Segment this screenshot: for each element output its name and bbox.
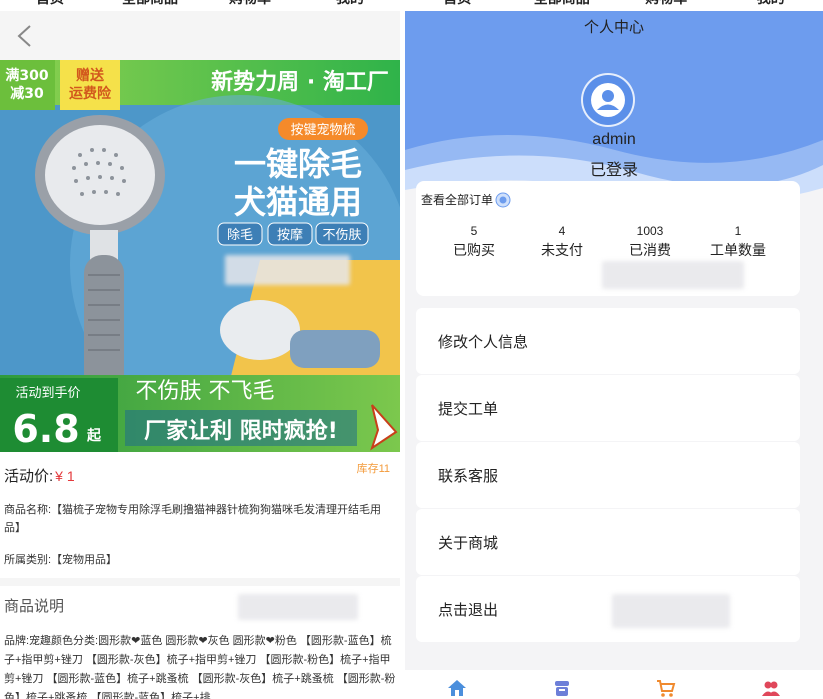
stat-unpaid[interactable]: 4 未支付 (518, 223, 606, 261)
banner-tag: 按键宠物梳 (290, 122, 355, 138)
back-arrow-icon[interactable] (14, 24, 38, 48)
banner-price-big: 6.8 (12, 407, 79, 451)
orders-card: 查看全部订单 5 已购买 4 未支付 1003 已消费 1 工单数量 (416, 181, 800, 296)
store-icon (554, 681, 569, 696)
price-label: 活动价: (4, 468, 54, 485)
product-image: 按键宠物梳 新势力周 · 淘工厂 满300 减30 赠送 运费险 一键除毛 犬猫… (0, 60, 400, 452)
product-detail-pane: 首页 全部商品 购物车 我的 (0, 0, 400, 699)
stat-label: 工单数量 (710, 242, 766, 258)
menu-logout[interactable]: 点击退出 (416, 576, 800, 642)
stat-purchased[interactable]: 5 已购买 (430, 223, 518, 261)
stat-label: 已购买 (453, 242, 495, 258)
header-bar (0, 14, 400, 60)
menu-edit-profile[interactable]: 修改个人信息 (416, 308, 800, 374)
blur-mask (238, 594, 358, 620)
top-nav: 首页 全部商品 购物车 我的 (405, 0, 823, 11)
stat-value: 4 (558, 224, 566, 238)
banner-feature-2: 按摩 (277, 227, 303, 243)
stat-tickets[interactable]: 1 工单数量 (694, 223, 782, 261)
banner-price-unit: 起 (86, 427, 102, 444)
blur-mask (602, 261, 744, 289)
circle-arrow-icon (495, 192, 511, 207)
nav-mine[interactable]: 我的 (719, 0, 823, 11)
banner-slogan-1: 不伤肤 不飞毛 (136, 379, 275, 404)
profile-menu: 修改个人信息 提交工单 联系客服 关于商城 点击退出 (416, 308, 800, 643)
tab-mine[interactable] (719, 670, 823, 699)
user-icon (591, 83, 625, 117)
banner-promo-4: 运费险 (69, 85, 112, 102)
username: admin (592, 131, 636, 148)
menu-contact-support[interactable]: 联系客服 (416, 442, 800, 508)
stat-spent[interactable]: 1003 已消费 (606, 223, 694, 261)
cart-icon (657, 680, 676, 697)
nav-mine[interactable]: 我的 (300, 0, 400, 11)
tab-store[interactable] (510, 670, 615, 699)
banner-promo-3: 赠送 (76, 67, 105, 84)
order-stats: 5 已购买 4 未支付 1003 已消费 1 工单数量 (416, 223, 800, 261)
stat-value: 5 (470, 224, 478, 238)
stat-label: 未支付 (541, 242, 583, 258)
price-value: ¥ 1 (55, 468, 75, 484)
nav-home[interactable]: 首页 (0, 0, 100, 11)
banner-slogan-2: 厂家让利 限时疯抢! (144, 418, 338, 444)
banner-headline-2: 犬猫通用 (234, 183, 362, 221)
banner-brand: 新势力周 · 淘工厂 (211, 69, 389, 95)
stat-label: 已消费 (629, 242, 671, 258)
nav-cart[interactable]: 购物车 (614, 0, 719, 11)
stat-value: 1003 (636, 224, 664, 238)
view-all-orders-label: 查看全部订单 (421, 193, 494, 207)
description-body: 品牌:宠趣颜色分类:圆形款❤蓝色 圆形款❤灰色 圆形款❤粉色 【圆形款-蓝色】梳… (0, 624, 400, 699)
menu-about-store[interactable]: 关于商城 (416, 509, 800, 575)
view-all-orders-link[interactable]: 查看全部订单 (421, 191, 511, 208)
nav-home[interactable]: 首页 (405, 0, 510, 11)
avatar[interactable] (581, 73, 635, 127)
nav-all-products[interactable]: 全部商品 (510, 0, 615, 11)
product-info: 活动价: ¥ 1 库存11 商品名称:【猫梳子宠物专用除浮毛刷撸猫神器针梳狗狗猫咪… (0, 452, 400, 578)
bottom-tab-bar (405, 670, 823, 699)
login-status: 已登录 (589, 162, 638, 179)
stat-value: 1 (734, 224, 742, 238)
tab-cart[interactable] (614, 670, 719, 699)
banner-price-caption: 活动到手价 (15, 386, 80, 401)
banner-feature-1: 除毛 (227, 228, 253, 243)
users-icon (761, 681, 780, 696)
product-category: 所属类别:【宠物用品】 (4, 554, 118, 566)
product-name: 商品名称:【猫梳子宠物专用除浮毛刷撸猫神器针梳狗狗猫咪毛发清理开结毛用品】 (4, 504, 382, 534)
nav-all-products[interactable]: 全部商品 (100, 0, 200, 11)
description-header: 商品说明 (0, 586, 400, 624)
profile-pane: 首页 全部商品 购物车 我的 个人中心 admin 已登录 查看全部订单 (405, 0, 823, 699)
banner-promo-1: 满300 (5, 67, 48, 84)
menu-submit-ticket[interactable]: 提交工单 (416, 375, 800, 441)
description-title: 商品说明 (4, 598, 65, 615)
banner-promo-2: 减30 (10, 85, 44, 102)
price-row: 活动价: ¥ 1 (4, 465, 75, 486)
tab-home[interactable] (405, 670, 510, 699)
blur-mask (225, 255, 350, 285)
page-title: 个人中心 (583, 19, 644, 36)
banner-headline-1: 一键除毛 (234, 145, 362, 183)
stock-count: 库存11 (356, 463, 390, 475)
banner-feature-3: 不伤肤 (322, 228, 361, 243)
nav-cart[interactable]: 购物车 (200, 0, 300, 11)
home-icon (448, 680, 467, 696)
top-nav: 首页 全部商品 购物车 我的 (0, 0, 400, 11)
blur-mask (612, 594, 730, 628)
